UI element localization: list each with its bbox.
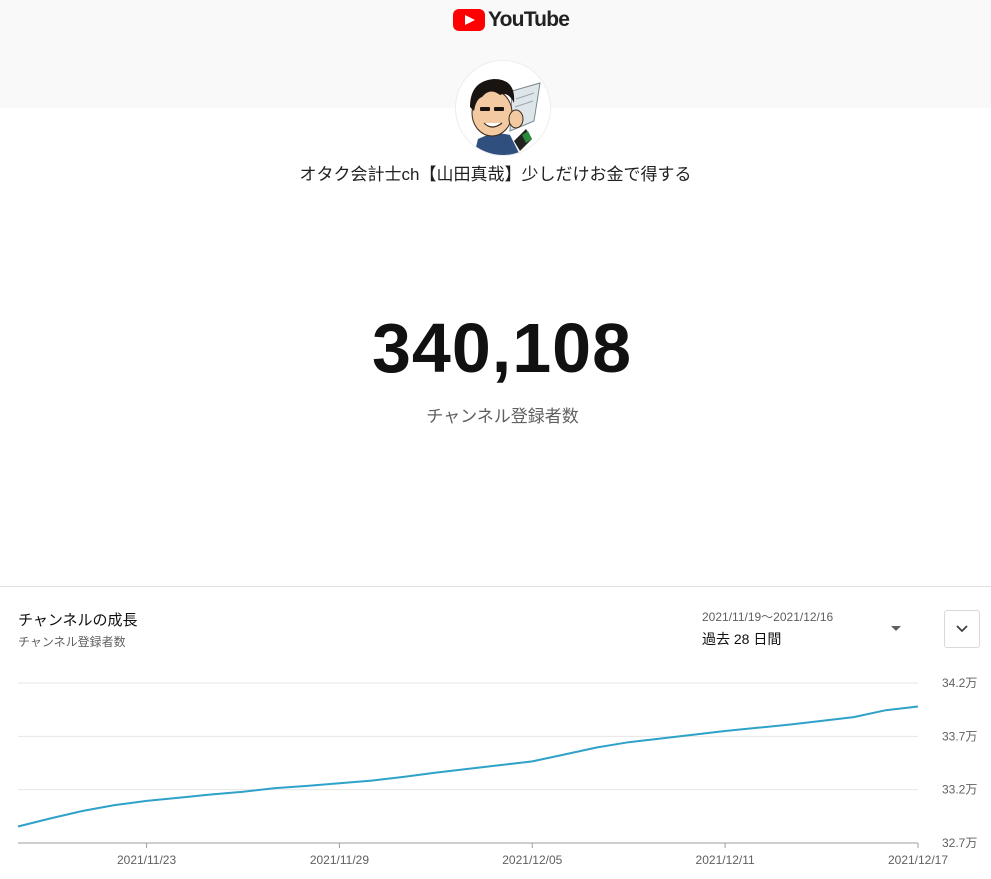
subscriber-count: 340,108 — [371, 309, 633, 387]
y-tick-label: 32.7万 — [942, 836, 977, 850]
section-divider — [0, 586, 991, 587]
youtube-logo[interactable]: YouTube — [453, 8, 570, 32]
chart-subtitle: チャンネル登録者数 — [18, 635, 126, 649]
growth-line-chart: 34.2万 33.7万 33.2万 32.7万 2021/11/23 2021/11/2… — [17, 676, 977, 867]
youtube-play-icon — [453, 9, 485, 31]
date-range-dropdown[interactable]: 2021/11/19〜2021/12/16 過去 28 日間 — [702, 608, 912, 648]
series-line — [17, 705, 919, 828]
brand-name: YouTube — [488, 8, 570, 31]
x-tick-label: 2021/11/23 — [117, 853, 176, 867]
channel-name[interactable]: オタク会計士ch【山田真哉】少しだけお金で得する — [0, 160, 991, 185]
y-tick-label: 33.7万 — [942, 729, 977, 743]
subscriber-label: チャンネル登録者数 — [426, 407, 579, 426]
chart-title: チャンネルの成長 — [18, 612, 138, 629]
date-range-text: 2021/11/19〜2021/12/16 — [702, 610, 834, 624]
y-tick-label: 33.2万 — [942, 783, 977, 797]
x-tick-label: 2021/11/29 — [310, 853, 369, 867]
avatar-illustration — [456, 61, 550, 155]
chevron-down-icon — [956, 625, 968, 633]
y-tick-label: 34.2万 — [942, 676, 977, 690]
x-tick-label: 2021/12/05 — [502, 853, 562, 867]
avatar — [456, 61, 550, 155]
expand-button[interactable] — [944, 610, 980, 648]
x-tick-label: 2021/12/11 — [696, 853, 755, 867]
period-text: 過去 28 日間 — [702, 631, 782, 647]
x-tick-label: 2021/12/17 — [888, 853, 948, 867]
caret-down-icon — [891, 626, 901, 631]
